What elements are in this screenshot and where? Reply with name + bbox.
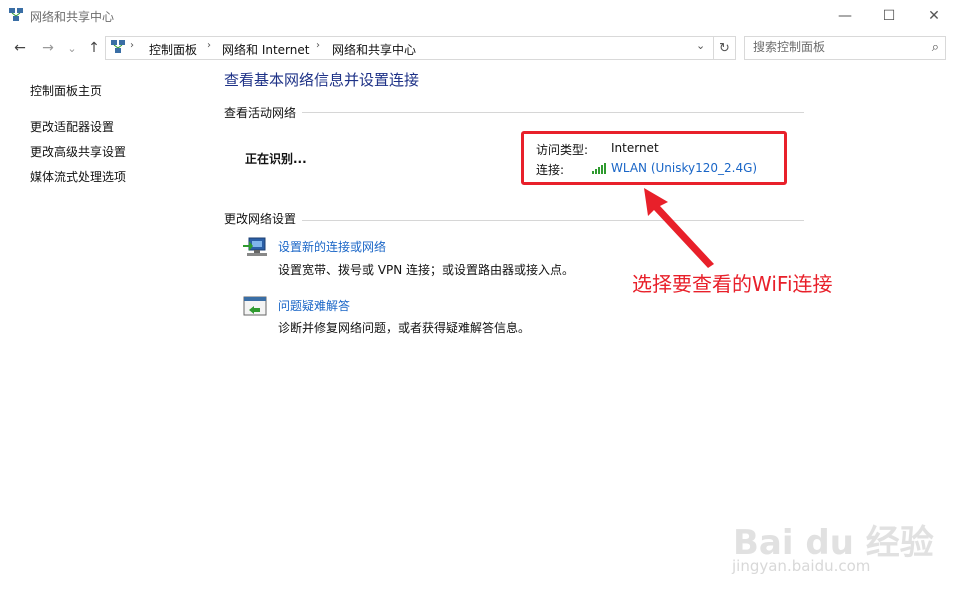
forward-button[interactable]: → [38,38,58,58]
address-dropdown-icon[interactable]: ⌄ [696,39,705,52]
section-divider [224,112,804,113]
troubleshoot-description: 诊断并修复网络问题，或者获得疑难解答信息。 [278,321,531,335]
troubleshoot-link[interactable]: 问题疑难解答 [278,297,350,314]
refresh-button[interactable]: ↻ [713,36,736,60]
recent-locations-button[interactable]: ⌄ [62,38,82,58]
setup-new-connection-link[interactable]: 设置新的连接或网络 [278,238,386,255]
breadcrumb-control-panel[interactable]: 控制面板 [149,41,197,58]
back-button[interactable]: ← [10,38,30,58]
forward-arrow-icon: → [42,40,54,56]
chevron-down-icon: ⌄ [67,41,77,55]
annotation-highlight-box [521,131,787,185]
setup-new-connection-description: 设置宽带、拨号或 VPN 连接；或设置路由器或接入点。 [278,263,575,277]
up-arrow-icon: ↑ [88,40,100,56]
address-bar[interactable]: › 控制面板 › 网络和 Internet › 网络和共享中心 ⌄ [105,36,714,60]
baidu-watermark-url: jingyan.baidu.com [732,557,871,575]
active-networks-heading: 查看活动网络 [224,104,303,121]
search-input[interactable] [753,40,923,54]
close-icon: ✕ [928,7,940,24]
sidebar-item-control-panel-home[interactable]: 控制面板主页 [30,82,102,99]
network-name: 正在识别... [245,152,307,166]
breadcrumb-separator: › [316,40,320,51]
change-settings-heading: 更改网络设置 [224,210,303,227]
back-arrow-icon: ← [14,40,26,56]
maximize-button[interactable]: ☐ [866,0,912,31]
breadcrumb-separator: › [207,40,211,51]
annotation-text: 选择要查看的WiFi连接 [632,272,833,296]
network-center-icon [9,8,23,21]
breadcrumb-network-internet[interactable]: 网络和 Internet [222,41,309,58]
up-button[interactable]: ↑ [84,38,104,58]
title-bar: 网络和共享中心 — ☐ ✕ [0,0,953,31]
control-panel-icon [111,40,125,53]
annotation-arrow [644,188,714,268]
sidebar-item-change-adapter-settings[interactable]: 更改适配器设置 [30,118,114,135]
sidebar-item-media-streaming-options[interactable]: 媒体流式处理选项 [30,168,126,185]
search-icon[interactable]: ⌕ [932,40,939,55]
breadcrumb-separator: › [130,40,134,51]
new-connection-icon [243,237,267,256]
window-title: 网络和共享中心 [30,10,115,24]
minimize-icon: — [838,7,852,24]
page-title: 查看基本网络信息并设置连接 [224,71,420,89]
breadcrumb-network-sharing-center[interactable]: 网络和共享中心 [332,41,416,58]
troubleshoot-icon [243,296,267,316]
sidebar-item-advanced-sharing-settings[interactable]: 更改高级共享设置 [30,143,126,160]
close-button[interactable]: ✕ [911,0,953,31]
search-box[interactable]: ⌕ [744,36,946,60]
minimize-button[interactable]: — [822,0,868,31]
maximize-icon: ☐ [882,7,896,24]
refresh-icon: ↻ [719,40,730,56]
